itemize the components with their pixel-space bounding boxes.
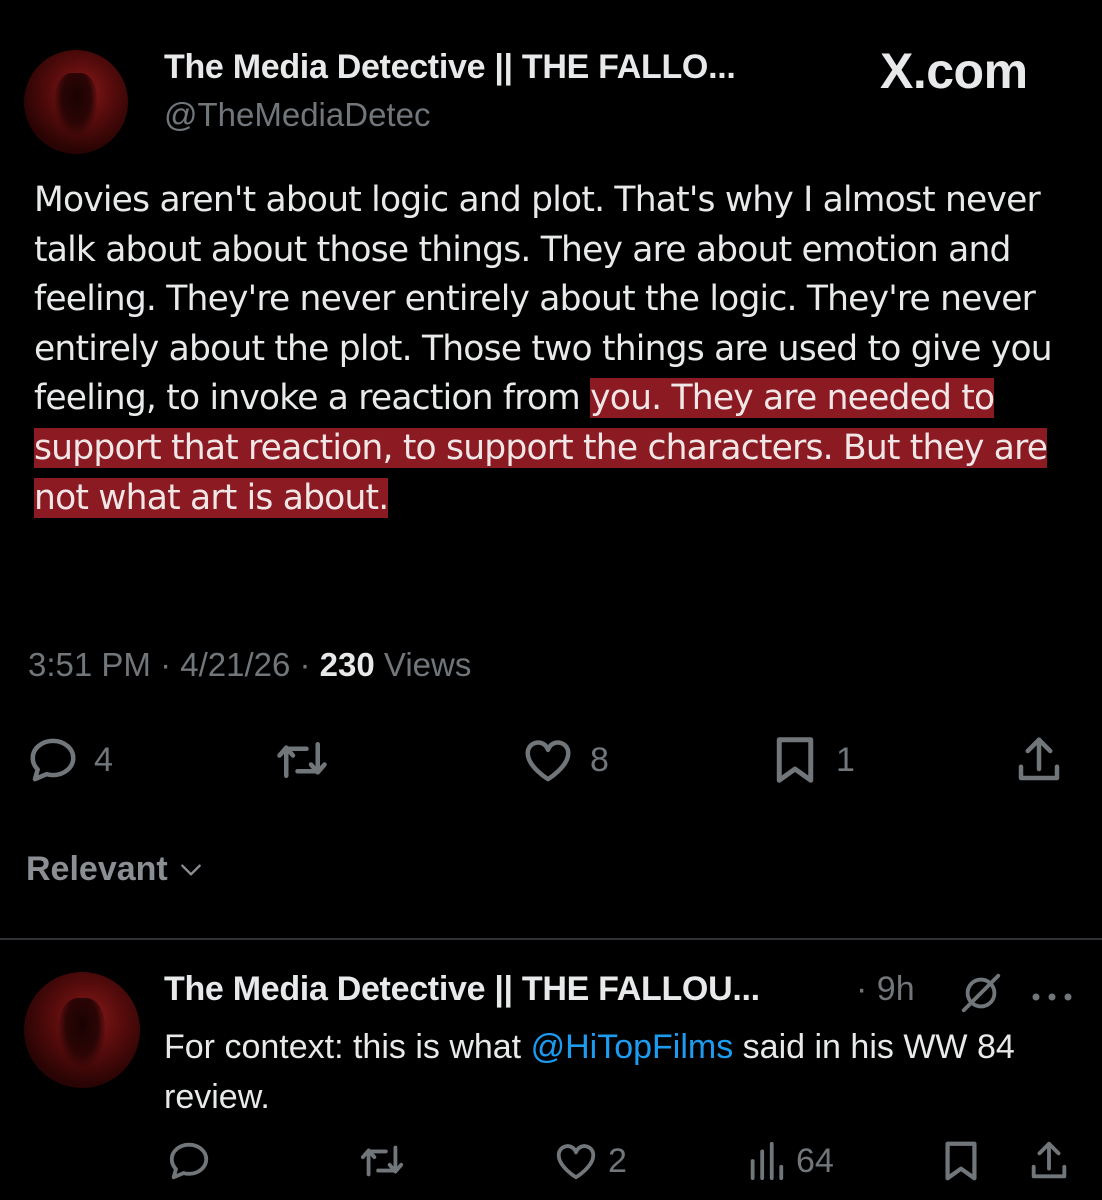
site-label: X.com: [880, 43, 1028, 99]
like-button[interactable]: 8: [520, 733, 609, 787]
author-name[interactable]: The Media Detective || THE FALLO...: [164, 48, 736, 87]
bookmark-icon: [768, 733, 822, 787]
reply-share-button[interactable]: [1026, 1138, 1072, 1184]
share-icon: [1012, 733, 1066, 787]
reply-icon: [166, 1138, 212, 1184]
reply-button[interactable]: 4: [26, 733, 113, 787]
share-button[interactable]: [1012, 733, 1066, 787]
tweet-time: 3:51 PM: [28, 646, 151, 683]
reply-like-count: 2: [608, 1141, 627, 1180]
author-handle[interactable]: @TheMediaDetec: [164, 96, 430, 134]
reply-avatar[interactable]: [24, 972, 140, 1088]
retweet-button[interactable]: [272, 733, 332, 787]
views-icon: [746, 1140, 786, 1182]
share-icon: [1026, 1138, 1072, 1184]
chevron-down-icon: [168, 850, 204, 889]
mention-link[interactable]: @HiTopFilms: [531, 1028, 734, 1066]
reply-views-button[interactable]: 64: [746, 1140, 834, 1182]
like-count: 8: [590, 740, 609, 779]
sort-label: Relevant: [26, 850, 168, 888]
like-icon: [520, 733, 576, 787]
reply-bookmark-button[interactable]: [938, 1138, 984, 1184]
reply-reply-button[interactable]: [166, 1138, 212, 1184]
bookmark-icon: [938, 1138, 984, 1184]
reply-views-count: 64: [796, 1141, 834, 1180]
views-count: 230: [319, 646, 375, 683]
retweet-icon: [272, 733, 332, 787]
bookmark-button[interactable]: 1: [768, 733, 855, 787]
retweet-icon: [356, 1138, 408, 1184]
bookmark-count: 1: [836, 740, 855, 779]
reply-icon: [26, 733, 80, 787]
reply-author-name[interactable]: The Media Detective || THE FALLOU...: [164, 970, 760, 1009]
reply-like-button[interactable]: 2: [552, 1138, 627, 1184]
more-icon[interactable]: [1030, 990, 1074, 1008]
reply-retweet-button[interactable]: [356, 1138, 408, 1184]
divider: [0, 938, 1102, 940]
author-avatar[interactable]: [24, 50, 128, 154]
grok-icon[interactable]: [958, 970, 1004, 1021]
tweet-text: Movies aren't about logic and plot. That…: [34, 176, 1074, 523]
reply-count: 4: [94, 740, 113, 779]
tweet-date: 4/21/26: [180, 646, 291, 683]
reply-time: · 9h: [856, 970, 915, 1008]
sort-dropdown[interactable]: Relevant: [26, 850, 204, 889]
like-icon: [552, 1138, 600, 1184]
reply-text: For context: this is what @HiTopFilms sa…: [164, 1028, 1015, 1116]
views-label: Views: [383, 646, 472, 683]
tweet-meta: 3:51 PM · 4/21/26 · 230 Views: [28, 646, 472, 683]
